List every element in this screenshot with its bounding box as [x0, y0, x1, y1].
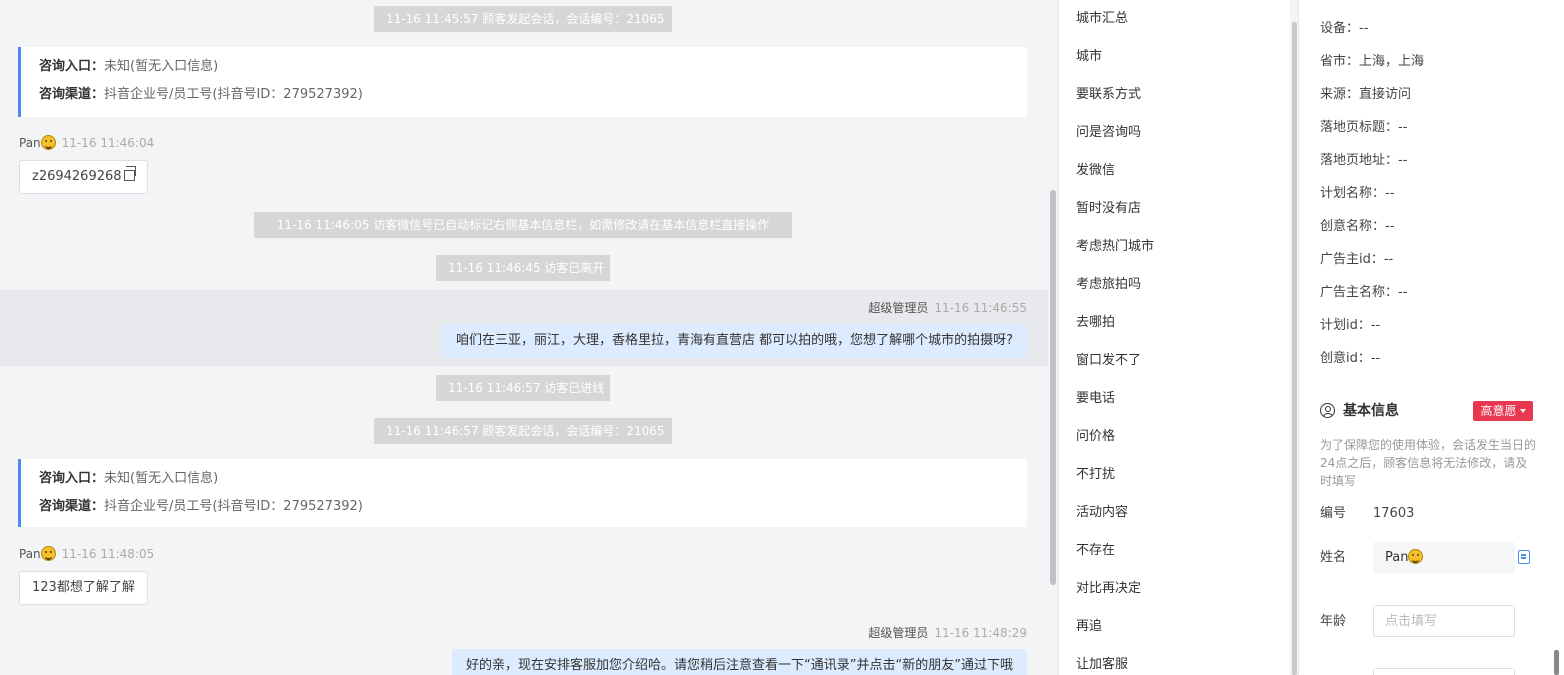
source-field: 来源：直接访问	[1320, 87, 1412, 102]
quick-reply-item[interactable]: 城市汇总	[1076, 9, 1128, 29]
basic-info-title: 基本信息	[1320, 400, 1399, 422]
sender-name: Pan	[19, 136, 41, 150]
basic-info-label: 基本信息	[1343, 403, 1399, 419]
channel-value: 抖音企业号/员工号(抖音号ID：279527392)	[104, 499, 363, 514]
message-meta: 超级管理员 11-16 11:46:55	[868, 299, 1027, 317]
message-text: z2694269268	[32, 169, 122, 184]
consult-info-card: 咨询入口：未知(暂无入口信息) 咨询渠道：抖音企业号/员工号(抖音号ID：279…	[18, 47, 1027, 117]
grinning-emoji-icon	[1408, 549, 1424, 564]
sender-name: 超级管理员	[868, 301, 929, 315]
plan-name-field: 计划名称：--	[1320, 186, 1395, 201]
system-message: 11-16 11:46:45 访客已离开	[436, 255, 610, 281]
entry-row: 咨询入口：未知(暂无入口信息)	[39, 57, 1009, 85]
quick-reply-item[interactable]: 窗口发不了	[1076, 351, 1141, 371]
intent-dropdown[interactable]: 高意愿	[1473, 401, 1533, 421]
entry-label: 咨询入口：	[39, 59, 105, 74]
sender-name: Pan	[19, 547, 41, 561]
message-time: 11-16 11:48:29	[934, 626, 1027, 640]
advertiser-name-field: 广告主名称：--	[1320, 285, 1408, 300]
creative-id-field: 创意id：--	[1320, 351, 1381, 366]
province-city-field: 省市：上海，上海	[1320, 54, 1425, 69]
intent-label: 高意愿	[1480, 404, 1517, 418]
agent-message-bubble[interactable]: 咱们在三亚，丽江，大理，香格里拉，青海有直营店 都可以拍的哦，您想了解哪个城市的…	[441, 324, 1027, 358]
message-time: 11-16 11:48:05	[61, 547, 155, 561]
name-label: 姓名	[1320, 550, 1347, 565]
name-value: Pan	[1385, 550, 1409, 565]
quick-reply-item[interactable]: 再追	[1076, 617, 1102, 637]
quick-reply-scrollbar[interactable]	[1292, 22, 1297, 675]
quick-reply-item[interactable]: 对比再决定	[1076, 579, 1141, 599]
landing-title-field: 落地页标题：--	[1320, 120, 1408, 135]
system-message: 11-16 11:46:57 访客已进线	[436, 375, 610, 401]
age-label: 年龄	[1320, 614, 1347, 629]
sender-name: 超级管理员	[868, 626, 929, 640]
quick-reply-item[interactable]: 不打扰	[1076, 465, 1115, 485]
quick-reply-item[interactable]: 让加客服	[1076, 655, 1128, 675]
name-field[interactable]: Pan	[1373, 542, 1515, 574]
copy-icon[interactable]	[123, 166, 136, 181]
entry-row: 咨询入口：未知(暂无入口信息)	[39, 469, 1009, 497]
user-icon	[1320, 403, 1335, 418]
visitor-message-bubble[interactable]: 123都想了解了解	[19, 571, 148, 605]
quick-reply-item[interactable]: 发微信	[1076, 161, 1115, 181]
id-value: 17603	[1373, 506, 1415, 521]
message-time: 11-16 11:46:04	[61, 136, 155, 150]
customer-info-panel: 设备：-- 省市：上海，上海 来源：直接访问 落地页标题：-- 落地页地址：--…	[1298, 0, 1564, 675]
consult-info-card: 咨询入口：未知(暂无入口信息) 咨询渠道：抖音企业号/员工号(抖音号ID：279…	[18, 459, 1027, 527]
entry-label: 咨询入口：	[39, 471, 105, 486]
quick-reply-item[interactable]: 考虑旅拍吗	[1076, 275, 1141, 295]
advertiser-id-field: 广告主id：--	[1320, 252, 1394, 267]
quick-reply-item[interactable]: 考虑热门城市	[1076, 237, 1154, 257]
system-message: 11-16 11:46:05 访客微信号已自动标记右侧基本信息栏，如需修改请在基…	[254, 212, 792, 238]
quick-reply-item[interactable]: 暂时没有店	[1076, 199, 1141, 219]
age-input[interactable]	[1373, 605, 1515, 637]
plan-id-field: 计划id：--	[1320, 318, 1381, 333]
channel-value: 抖音企业号/员工号(抖音号ID：279527392)	[104, 87, 363, 102]
grinning-emoji-icon	[40, 135, 56, 150]
caret-down-icon	[1519, 409, 1526, 413]
message-meta: Pan 11-16 11:48:05	[19, 545, 154, 563]
next-field-input[interactable]	[1373, 668, 1515, 675]
quick-reply-item[interactable]: 去哪拍	[1076, 313, 1115, 333]
edit-notice: 为了保障您的使用体验，会话发生当日的24点之后，顾客信息将无法修改，请及时填写	[1320, 438, 1537, 488]
entry-value: 未知(暂无入口信息)	[104, 59, 219, 74]
visitor-message-bubble[interactable]: z2694269268	[19, 160, 148, 194]
chat-panel: 11-16 11:45:57 顾客发起会话，会话编号：21065 咨询入口：未知…	[0, 0, 1048, 675]
chat-scrollbar[interactable]	[1050, 190, 1056, 585]
grinning-emoji-icon	[40, 546, 56, 561]
id-label: 编号	[1320, 506, 1347, 521]
agent-message-bubble[interactable]: 好的亲，现在安排客服加您介绍哈。请您稍后注意查看一下“通讯录”并点击“新的朋友”…	[452, 649, 1027, 675]
creative-name-field: 创意名称：--	[1320, 219, 1395, 234]
message-meta: Pan 11-16 11:46:04	[19, 134, 154, 152]
document-icon[interactable]	[1518, 550, 1530, 564]
quick-reply-item[interactable]: 问价格	[1076, 427, 1115, 447]
system-message: 11-16 11:46:57 顾客发起会话，会话编号：21065	[374, 418, 672, 444]
system-message: 11-16 11:45:57 顾客发起会话，会话编号：21065	[374, 6, 672, 32]
quick-reply-item[interactable]: 不存在	[1076, 541, 1115, 561]
message-meta: 超级管理员 11-16 11:48:29	[868, 624, 1027, 642]
channel-row: 咨询渠道：抖音企业号/员工号(抖音号ID：279527392)	[39, 85, 1009, 113]
quick-reply-item[interactable]: 问是咨询吗	[1076, 123, 1141, 143]
quick-reply-item[interactable]: 城市	[1076, 47, 1102, 67]
entry-value: 未知(暂无入口信息)	[104, 471, 219, 486]
quick-reply-item[interactable]: 要电话	[1076, 389, 1115, 409]
device-field: 设备：--	[1320, 21, 1369, 36]
quick-reply-list: 城市汇总 城市 要联系方式 问是咨询吗 发微信 暂时没有店 考虑热门城市 考虑旅…	[1058, 0, 1290, 675]
channel-label: 咨询渠道：	[39, 87, 105, 102]
quick-reply-item[interactable]: 要联系方式	[1076, 85, 1141, 105]
channel-label: 咨询渠道：	[39, 499, 105, 514]
landing-url-field: 落地页地址：--	[1320, 153, 1408, 168]
quick-reply-item[interactable]: 活动内容	[1076, 503, 1128, 523]
message-time: 11-16 11:46:55	[934, 301, 1027, 315]
panel-scrollbar[interactable]	[1554, 650, 1559, 675]
channel-row: 咨询渠道：抖音企业号/员工号(抖音号ID：279527392)	[39, 497, 1009, 525]
